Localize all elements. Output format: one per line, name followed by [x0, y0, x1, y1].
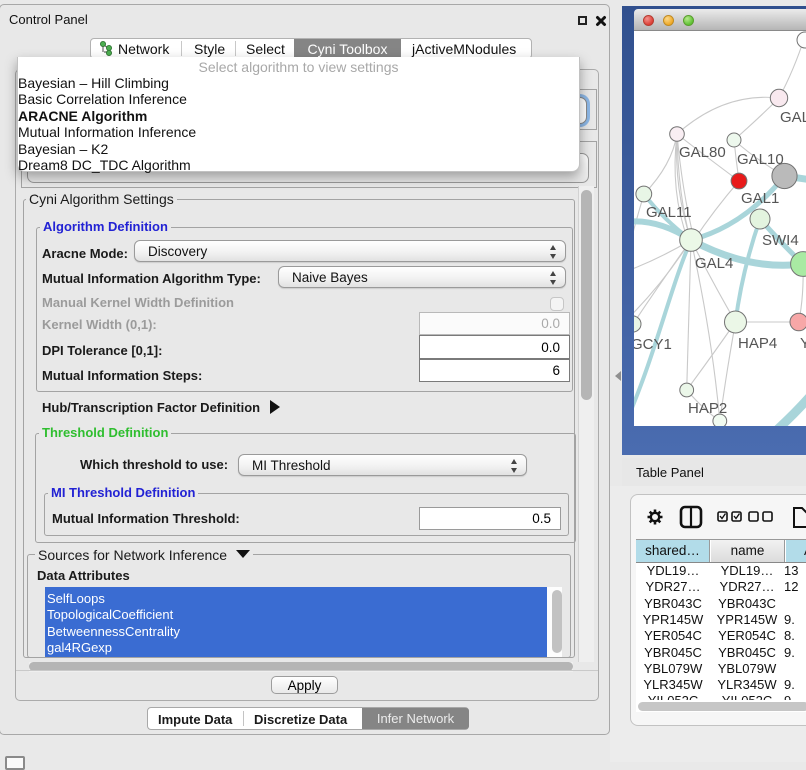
- svg-text:GAL11: GAL11: [646, 204, 692, 221]
- svg-text:GAL10: GAL10: [737, 151, 784, 168]
- svg-text:GAL: GAL: [780, 109, 806, 126]
- svg-text:GAL80: GAL80: [679, 144, 726, 161]
- svg-text:SWI4: SWI4: [762, 232, 799, 249]
- svg-text:GAL1: GAL1: [741, 190, 779, 207]
- svg-text:HAP2: HAP2: [688, 400, 727, 417]
- svg-text:GAL4: GAL4: [695, 255, 733, 272]
- svg-text:HAP4: HAP4: [738, 335, 777, 352]
- svg-text:GCY1: GCY1: [634, 336, 672, 353]
- svg-text:Y: Y: [800, 335, 806, 352]
